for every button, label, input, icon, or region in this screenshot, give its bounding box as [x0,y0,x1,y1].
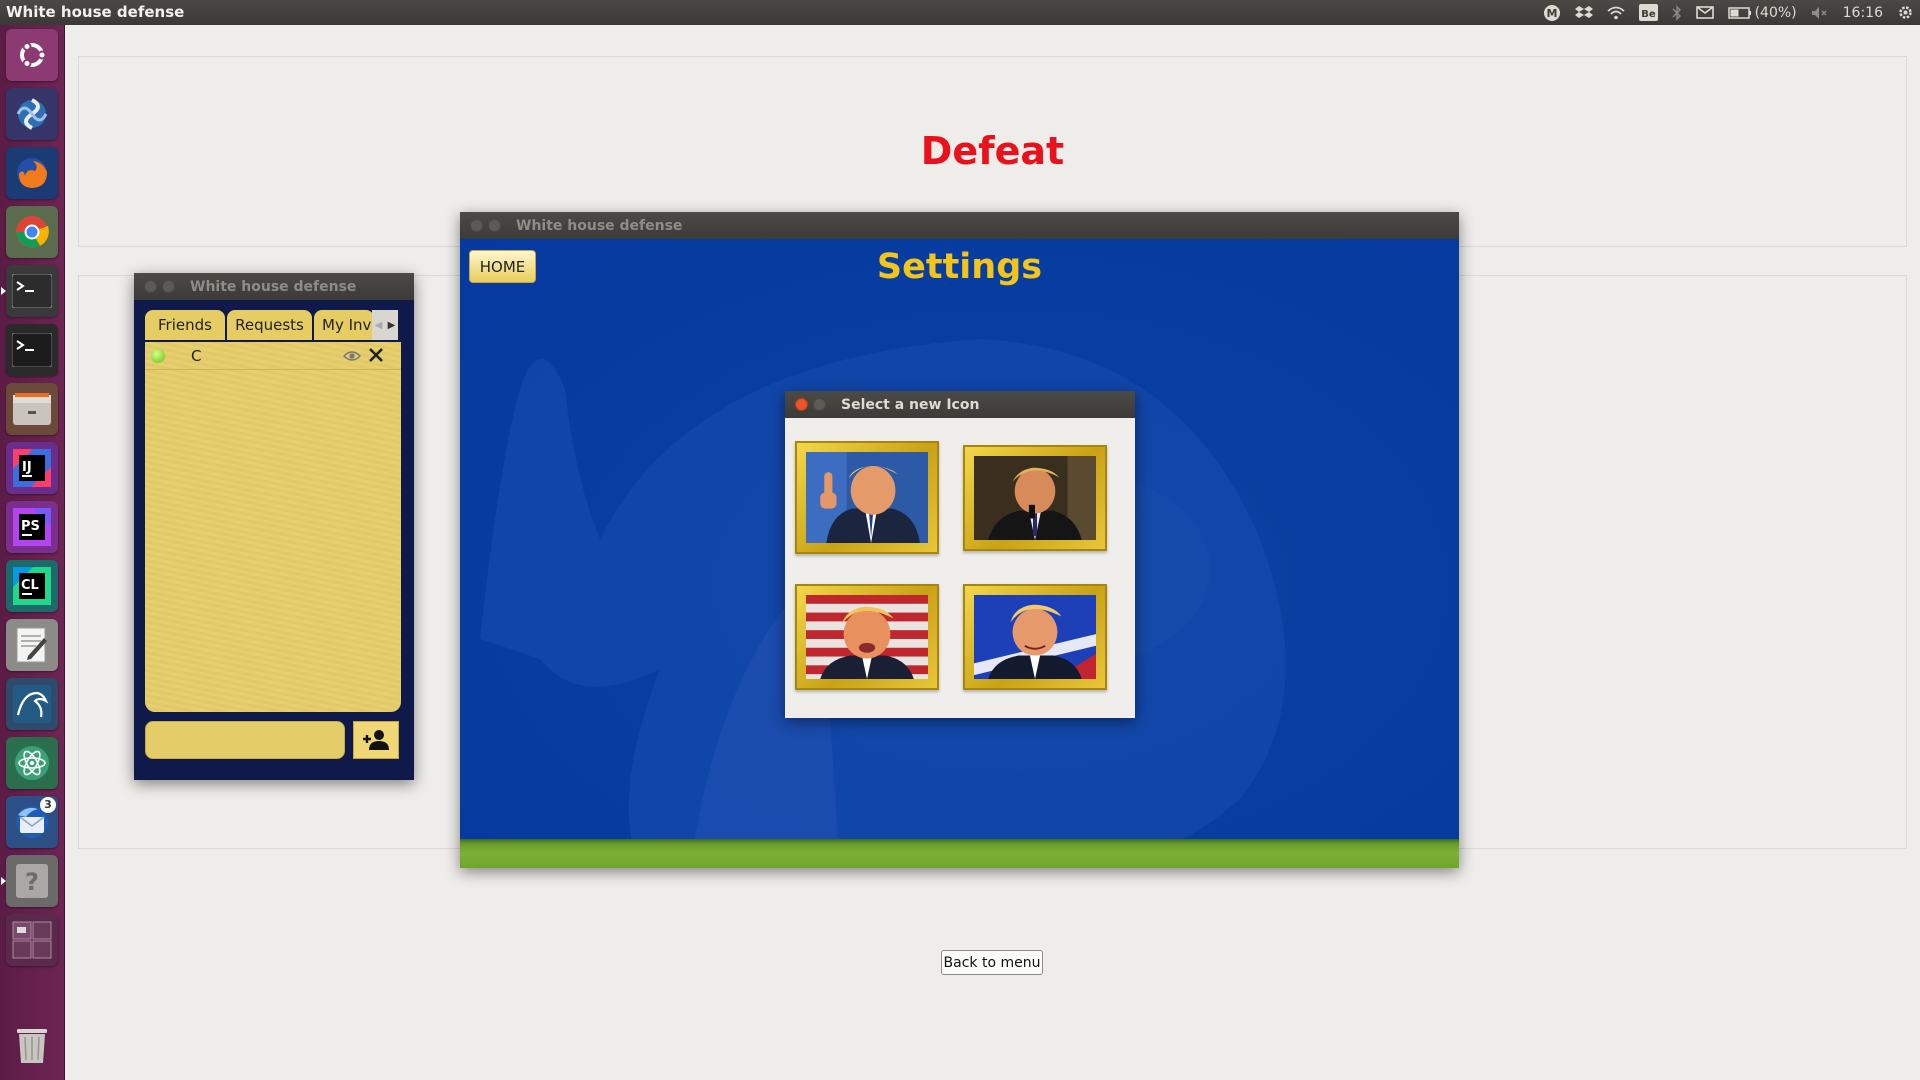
svg-text:Be: Be [1641,9,1656,20]
clion-icon[interactable]: CL [6,560,58,612]
back-to-menu-button[interactable]: Back to menu [941,950,1043,975]
friends-window: White house defense Friends Requests My … [134,273,414,780]
tab-friends[interactable]: Friends [145,310,225,340]
svg-text:PS: PS [21,519,40,534]
mail-icon[interactable] [1695,6,1714,19]
portrait-3-image [806,595,928,679]
intellij-icon[interactable]: IJ [6,442,58,494]
chrome-icon[interactable] [6,206,58,258]
page-title: Settings [876,247,1043,287]
friend-name: C [191,347,202,365]
list-item[interactable]: C [145,342,401,370]
phpstorm-icon[interactable]: PS [6,501,58,553]
close-icon[interactable] [368,347,384,367]
add-user-icon [363,730,389,750]
eye-icon[interactable] [343,348,361,367]
window-titlebar[interactable]: Select a new Icon [785,391,1135,418]
minimize-icon[interactable] [488,219,501,232]
wifi-icon[interactable] [1607,6,1625,20]
icon-option-1[interactable] [795,441,939,554]
svg-text:IJ: IJ [22,460,32,475]
icon-option-2[interactable] [963,445,1107,551]
window-title: Select a new Icon [841,396,980,413]
svg-text:M: M [1546,7,1557,20]
text-editor-icon[interactable] [6,619,58,671]
battery-icon [1727,6,1751,19]
icon-grid [785,418,1135,718]
add-friend-input[interactable] [145,721,345,759]
result-title: Defeat [920,129,1065,173]
terminal-icon[interactable] [6,324,58,376]
files-icon[interactable] [6,383,58,435]
firefox-icon[interactable] [6,147,58,199]
select-icon-dialog: Select a new Icon [785,391,1135,718]
bluetooth-icon[interactable] [1672,4,1682,21]
minimize-icon[interactable] [162,280,175,293]
tab-scroll-right-icon[interactable]: ▶ [388,320,396,331]
dropbox-icon[interactable] [1574,5,1593,21]
tab-my-invites[interactable]: My Inv [314,310,374,340]
atom-icon[interactable] [6,737,58,789]
svg-text:?: ? [25,868,39,896]
friends-panel: Friends Requests My Inv ◀ ▶ C [134,300,414,780]
clock[interactable]: 16:16 [1843,5,1883,21]
ubuntu-icon[interactable] [6,29,58,81]
close-icon[interactable] [795,398,808,411]
unread-badge: 3 [40,797,56,813]
portrait-4-image [974,595,1096,679]
lawn [460,839,1459,868]
behance-icon[interactable]: Be [1638,4,1658,21]
terminal-icon[interactable] [1,265,58,317]
svg-text:CL: CL [21,578,39,593]
icon-option-4[interactable] [963,584,1107,690]
portrait-2-image [974,456,1096,540]
online-status-icon [151,349,165,363]
portrait-1-image [806,452,928,543]
icon-option-3[interactable] [795,584,939,690]
minimize-icon[interactable] [813,398,826,411]
tab-requests[interactable]: Requests [227,310,312,340]
friend-list: C [145,342,401,712]
mail-m-icon[interactable]: M [1543,4,1561,22]
mysql-workbench-icon[interactable] [6,678,58,730]
gimp-swirl-icon[interactable] [6,88,58,140]
workspace-switcher-icon[interactable] [6,914,58,966]
tab-scroll-left-icon[interactable]: ◀ [375,320,383,331]
volume-muted-icon[interactable] [1811,6,1829,20]
thunderbird-icon[interactable]: 3 [6,796,58,848]
window-title: White house defense [190,278,357,295]
active-window-title: White house defense [6,3,185,21]
tab-scroll-arrows: ◀ ▶ [372,310,398,340]
top-panel: White house defense M Be (40%) 16:16 [0,0,1920,25]
indicator-area: M Be (40%) 16:16 [1543,0,1914,25]
battery-percent: (40%) [1754,4,1797,21]
help-icon[interactable]: ? [1,855,58,907]
gear-icon[interactable] [1897,4,1914,21]
add-friend-button[interactable] [353,721,399,759]
trash-icon[interactable] [6,1018,58,1070]
window-titlebar[interactable]: White house defense [134,273,414,300]
close-icon[interactable] [470,219,483,232]
close-icon[interactable] [144,280,157,293]
window-title: White house defense [516,217,683,234]
battery-indicator[interactable]: (40%) [1727,4,1797,21]
window-titlebar[interactable]: White house defense [460,212,1459,239]
launcher: IJ PS CL 3 ? [0,25,65,1080]
